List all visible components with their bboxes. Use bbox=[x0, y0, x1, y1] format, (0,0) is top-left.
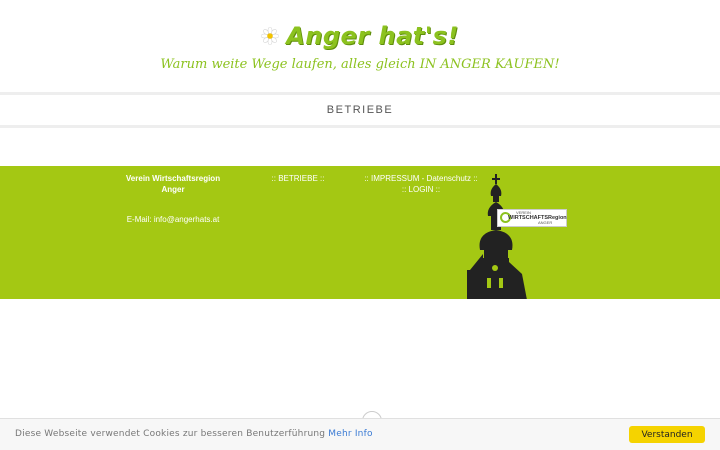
footer-contact: Verein Wirtschaftsregion Anger E-Mail: i… bbox=[108, 173, 238, 225]
email-line: E-Mail: info@angerhats.at bbox=[108, 214, 238, 225]
nav-item-betriebe[interactable]: BETRIEBE bbox=[327, 104, 393, 116]
site-header: Anger hat's! Warum weite Wege laufen, al… bbox=[0, 0, 720, 92]
slogan: Warum weite Wege laufen, alles gleich IN… bbox=[160, 57, 560, 72]
email-link[interactable]: info@angerhats.at bbox=[154, 215, 220, 224]
site-logo[interactable]: Anger hat's! bbox=[0, 22, 720, 50]
logo-text: Anger hat's! bbox=[286, 22, 459, 50]
cookie-message: Diese Webseite verwendet Cookies zur bes… bbox=[15, 429, 373, 439]
org-name-line2: Anger bbox=[161, 185, 185, 194]
cookie-banner: Diese Webseite verwendet Cookies zur bes… bbox=[0, 418, 720, 450]
badge-line3: ANGER bbox=[538, 220, 553, 225]
church-silhouette bbox=[467, 174, 527, 299]
site-footer: Verein Wirtschaftsregion Anger E-Mail: i… bbox=[0, 166, 720, 299]
verein-badge: VEREIN WIRTSCHAFTSRegion ANGER bbox=[497, 209, 567, 227]
org-name-line1: Verein Wirtschaftsregion bbox=[125, 174, 221, 183]
footer-link-login[interactable]: :: LOGIN :: bbox=[402, 185, 440, 194]
accept-cookies-button[interactable]: Verstanden bbox=[629, 426, 705, 443]
main-nav: BETRIEBE bbox=[0, 92, 720, 128]
more-info-link[interactable]: Mehr Info bbox=[328, 429, 372, 439]
daisy-flower-icon bbox=[260, 26, 280, 46]
email-label: E-Mail: bbox=[126, 215, 154, 224]
footer-link-betriebe[interactable]: :: BETRIEBE :: bbox=[272, 174, 325, 183]
cookie-text: Diese Webseite verwendet Cookies zur bes… bbox=[15, 429, 326, 439]
footer-links-col2: :: BETRIEBE :: bbox=[258, 173, 338, 184]
